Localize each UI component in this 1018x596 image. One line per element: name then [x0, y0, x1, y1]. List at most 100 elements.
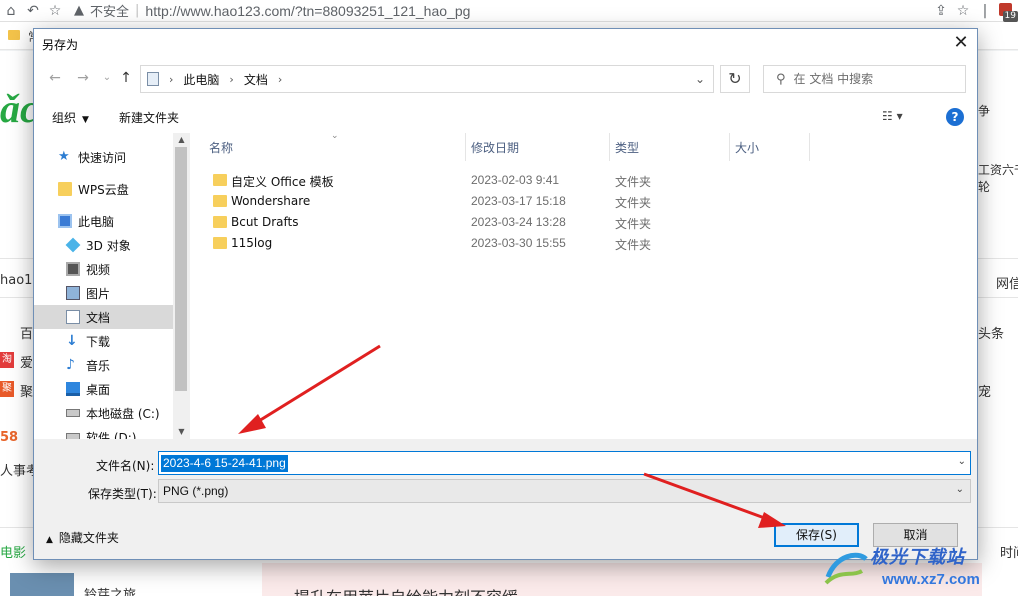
bg-text-7[interactable]: 铃芽之旅	[84, 584, 136, 596]
file-row[interactable]: Wondershare 2023-03-17 15:18 文件夹	[209, 192, 969, 213]
bookmark-folder-icon[interactable]	[8, 30, 20, 40]
extension-icon[interactable]: 19	[996, 0, 1018, 22]
disk-icon	[66, 409, 80, 417]
forward-arrow-icon[interactable]: →	[74, 69, 92, 87]
undo-icon[interactable]: ↶	[22, 0, 44, 22]
column-header-date[interactable]: 修改日期	[471, 139, 519, 163]
file-date: 2023-03-17 15:18	[471, 194, 566, 208]
address-bar[interactable]: ▲ 不安全 | http://www.hao123.com/?tn=880932…	[74, 1, 470, 21]
nav-item-wps-cloud[interactable]: WPS云盘	[34, 177, 173, 201]
nav-item-pictures[interactable]: 图片	[34, 281, 173, 305]
bg-headline[interactable]: 提升在用苹片自给能力刻不容缓	[294, 584, 518, 596]
nav-item-quick-access[interactable]: ★ 快速访问	[34, 145, 173, 169]
filename-label: 文件名(N):	[96, 459, 155, 473]
desktop-icon	[66, 382, 80, 396]
hide-folders-label: 隐藏文件夹	[58, 531, 119, 545]
bg-text-9[interactable]: 头条	[978, 323, 1004, 342]
home-icon[interactable]: ⌂	[0, 0, 22, 22]
bg-text-13[interactable]: 争	[978, 102, 990, 119]
menu-separator: |	[982, 3, 988, 19]
chevron-down-icon[interactable]: ⌄	[695, 72, 705, 86]
column-header-type[interactable]: 类型	[615, 139, 639, 163]
bg-text-3[interactable]: 聚	[20, 381, 33, 400]
computer-icon	[58, 214, 72, 228]
breadcrumb-item-pc[interactable]: 此电脑	[183, 71, 219, 88]
nav-item-this-pc[interactable]: 此电脑	[34, 209, 173, 233]
file-date: 2023-03-30 15:55	[471, 236, 566, 250]
nav-item-label: 视频	[86, 262, 111, 277]
search-box[interactable]: ⚲	[763, 65, 966, 93]
folder-icon	[58, 182, 72, 196]
music-icon: ♪	[66, 357, 75, 373]
view-options-icon[interactable]: ☷ ▾	[882, 109, 903, 123]
filename-value[interactable]: 2023-4-6 15-24-41.png	[161, 455, 288, 472]
dialog-title: 另存为	[42, 38, 79, 52]
breadcrumb-item-documents[interactable]: 文档	[244, 71, 268, 88]
nav-item-label: 音乐	[86, 358, 111, 373]
scroll-up-icon[interactable]: ▲	[173, 133, 190, 147]
file-date: 2023-02-03 9:41	[471, 173, 560, 187]
filetype-value: PNG (*.png)	[163, 484, 229, 498]
help-icon[interactable]: ?	[946, 108, 964, 126]
bookmark-star-icon[interactable]: ☆	[44, 0, 66, 22]
chevron-right-icon[interactable]: ›	[169, 73, 173, 86]
file-type: 文件夹	[615, 175, 652, 189]
nav-scrollbar-thumb[interactable]	[175, 147, 187, 391]
filetype-select[interactable]: PNG (*.png) ⌄	[158, 479, 971, 503]
bg-text-15[interactable]: 宠	[978, 381, 991, 400]
nav-item-label: 桌面	[86, 382, 111, 397]
chevron-right-icon[interactable]: ›	[278, 73, 282, 86]
breadcrumb[interactable]: › 此电脑 › 文档 › ⌄	[140, 65, 714, 93]
chevron-down-icon[interactable]: ⌄	[958, 456, 966, 467]
chevron-right-icon[interactable]: ›	[229, 73, 233, 86]
url-text[interactable]: http://www.hao123.com/?tn=88093251_121_h…	[145, 3, 470, 19]
back-arrow-icon[interactable]: ←	[46, 69, 64, 87]
filename-input[interactable]: 2023-4-6 15-24-41.png ⌄	[158, 451, 971, 475]
warning-icon: ▲	[74, 3, 84, 18]
chevron-down-icon[interactable]: ⌄	[956, 484, 964, 495]
video-icon	[66, 262, 80, 276]
close-icon[interactable]: ✕	[951, 33, 971, 53]
nav-item-desktop[interactable]: 桌面	[34, 377, 173, 401]
bg-text-10[interactable]: 工资六千	[978, 161, 1018, 178]
column-header-size[interactable]: 大小	[735, 139, 759, 163]
bg-thumbnail[interactable]	[10, 573, 74, 596]
organize-label: 组织	[52, 111, 77, 125]
file-type: 文件夹	[615, 196, 652, 210]
nav-item-documents[interactable]: 文档	[34, 305, 173, 329]
refresh-button[interactable]: ↻	[720, 65, 750, 93]
share-icon[interactable]: ⇪	[930, 0, 952, 22]
scroll-down-icon[interactable]: ▼	[173, 425, 190, 439]
hide-folders-toggle[interactable]: ▲ 隐藏文件夹	[46, 529, 119, 546]
new-folder-button[interactable]: 新建文件夹	[119, 109, 179, 126]
caret-up-icon: ▲	[46, 535, 53, 545]
nav-item-software-d[interactable]: 软件 (D:)	[34, 425, 173, 439]
file-row[interactable]: 115log 2023-03-30 15:55 文件夹	[209, 234, 969, 255]
up-arrow-icon[interactable]: ↑	[117, 69, 135, 87]
bg-text-6[interactable]: 电影	[0, 542, 26, 561]
recent-locations-icon[interactable]: ⌄	[98, 69, 116, 87]
bg-text-11[interactable]: 轮	[978, 178, 990, 195]
nav-item-local-disk-c[interactable]: 本地磁盘 (C:)	[34, 401, 173, 425]
dialog-titlebar[interactable]: 另存为 ✕	[34, 29, 977, 57]
file-row[interactable]: 自定义 Office 模板 2023-02-03 9:41 文件夹	[209, 171, 969, 192]
column-header-name[interactable]: 名称	[209, 139, 233, 163]
folder-icon	[213, 195, 227, 207]
nav-item-videos[interactable]: 视频	[34, 257, 173, 281]
nav-item-3d-objects[interactable]: 3D 对象	[34, 233, 173, 257]
bg-text-1[interactable]: 百	[20, 323, 33, 342]
nav-item-label: 文档	[86, 310, 111, 325]
navigation-pane: ★ 快速访问 WPS云盘 此电脑 3D 对象 视频 图片 文档 ↓ 下载 ♪ 音乐 桌…	[34, 133, 190, 439]
nav-item-label: 图片	[86, 286, 111, 301]
search-input[interactable]	[793, 72, 954, 86]
bg-text-4[interactable]: 58	[0, 430, 18, 445]
nav-item-downloads[interactable]: ↓ 下载	[34, 329, 173, 353]
organize-button[interactable]: 组织 ▼	[52, 109, 89, 126]
favorite-star-icon[interactable]: ☆	[952, 0, 974, 22]
bg-text-8[interactable]: 网信	[996, 273, 1018, 292]
nav-item-label: 此电脑	[78, 214, 115, 229]
file-row[interactable]: Bcut Drafts 2023-03-24 13:28 文件夹	[209, 213, 969, 234]
bg-text-2[interactable]: 爱	[20, 352, 33, 371]
address-separator: |	[135, 3, 140, 18]
nav-item-music[interactable]: ♪ 音乐	[34, 353, 173, 377]
